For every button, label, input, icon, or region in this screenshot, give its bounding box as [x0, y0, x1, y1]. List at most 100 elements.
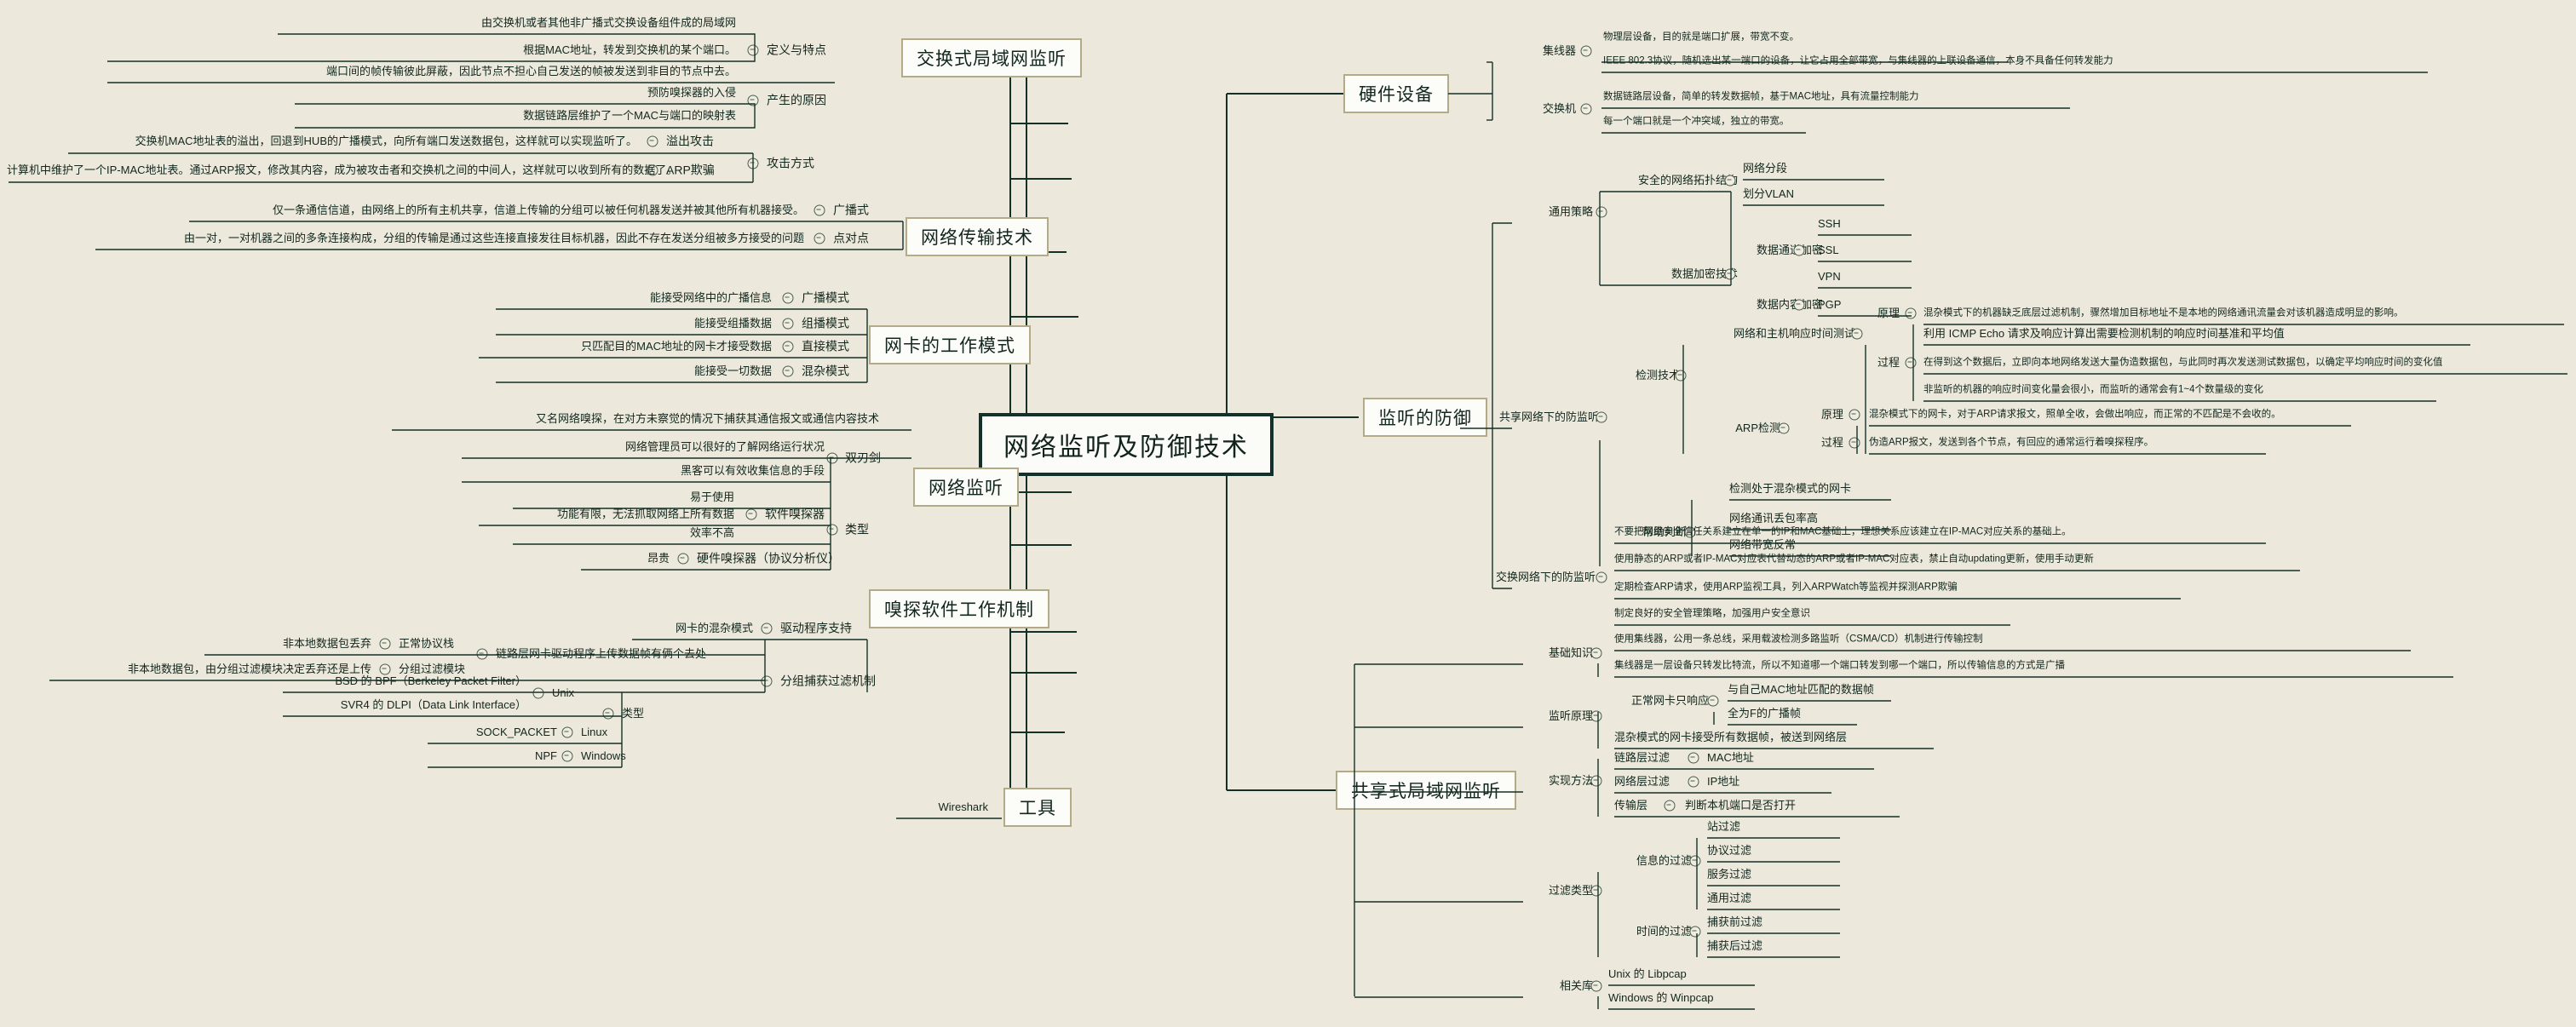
- defense-rtt-label[interactable]: 网络和主机响应时间测试: [1692, 327, 1855, 340]
- toggle-icon[interactable]: [1778, 422, 1790, 434]
- branch-shared-lan[interactable]: 共享式局域网监听: [1336, 771, 1516, 810]
- toggle-icon[interactable]: [826, 452, 838, 464]
- branch-sniffer-mech[interactable]: 嗅探软件工作机制: [869, 589, 1049, 628]
- toggle-icon[interactable]: [1849, 437, 1860, 449]
- toggle-icon[interactable]: [476, 648, 488, 660]
- branch-defense[interactable]: 监听的防御: [1363, 398, 1487, 437]
- sniffer-normal-stack-label[interactable]: 正常协议栈: [399, 637, 454, 650]
- toggle-icon[interactable]: [1689, 926, 1701, 938]
- toggle-icon[interactable]: [379, 663, 391, 675]
- toggle-icon[interactable]: [561, 726, 573, 738]
- switched-cause-label[interactable]: 产生的原因: [767, 93, 826, 106]
- toggle-icon[interactable]: [782, 365, 794, 377]
- shared-info-filter-label[interactable]: 信息的过滤: [1610, 854, 1692, 867]
- toggle-icon[interactable]: [1793, 244, 1805, 256]
- defense-rtt-principle-label[interactable]: 原理: [1849, 307, 1900, 319]
- branch-tools[interactable]: 工具: [1003, 788, 1072, 827]
- switched-attack-overflow[interactable]: 溢出攻击: [666, 134, 714, 147]
- toggle-icon[interactable]: [826, 524, 838, 536]
- defense-detect-label[interactable]: 检测技术: [1601, 369, 1680, 382]
- hardware-hub-label[interactable]: 集线器: [1482, 44, 1576, 57]
- toggle-icon[interactable]: [1590, 885, 1602, 897]
- shared-normal-label[interactable]: 正常网卡只响应: [1610, 694, 1709, 707]
- hardware-switch-label[interactable]: 交换机: [1482, 102, 1576, 115]
- toggle-icon[interactable]: [761, 675, 773, 687]
- defense-arp-principle-label[interactable]: 原理: [1789, 408, 1843, 421]
- sniffer-os-unix[interactable]: Unix: [552, 686, 574, 699]
- switched-attack-label[interactable]: 攻击方式: [767, 156, 814, 169]
- root-node[interactable]: 网络监听及防御技术: [979, 413, 1274, 476]
- toggle-icon[interactable]: [1849, 409, 1860, 421]
- sniffer-type-label[interactable]: 类型: [622, 707, 644, 720]
- defense-rtt-process-label[interactable]: 过程: [1849, 356, 1900, 369]
- toggle-icon[interactable]: [1724, 175, 1736, 186]
- defense-switched-label[interactable]: 交换网络下的防监听: [1496, 571, 1596, 583]
- shared-principle-label[interactable]: 监听原理: [1525, 709, 1593, 722]
- defense-topology-label[interactable]: 安全的网络拓扑结构: [1601, 174, 1738, 186]
- branch-transmission[interactable]: 网络传输技术: [906, 217, 1049, 256]
- toggle-icon[interactable]: [1905, 307, 1917, 319]
- nic-mode-label[interactable]: 组播模式: [802, 316, 849, 330]
- defense-encrypt-label[interactable]: 数据加密技术: [1601, 267, 1738, 280]
- branch-nic-modes[interactable]: 网卡的工作模式: [869, 325, 1031, 364]
- toggle-icon[interactable]: [532, 687, 544, 699]
- branch-sniffing[interactable]: 网络监听: [913, 468, 1019, 507]
- toggle-icon[interactable]: [379, 638, 391, 650]
- shared-filter-label[interactable]: 过滤类型: [1525, 884, 1593, 897]
- shared-method-label[interactable]: 实现方法: [1525, 774, 1593, 787]
- shared-basic-label[interactable]: 基础知识: [1525, 646, 1593, 659]
- toggle-icon[interactable]: [814, 204, 825, 216]
- toggle-icon[interactable]: [747, 95, 759, 106]
- shared-lib-label[interactable]: 相关库: [1525, 979, 1593, 992]
- sniffing-type-label[interactable]: 类型: [845, 522, 869, 536]
- sniffer-os-linux[interactable]: Linux: [581, 726, 607, 738]
- shared-time-filter-label[interactable]: 时间的过滤: [1610, 925, 1692, 938]
- toggle-icon[interactable]: [1707, 695, 1719, 707]
- defense-channel-label[interactable]: 数据通道加密: [1704, 244, 1823, 256]
- transmission-broadcast-label[interactable]: 广播式: [833, 203, 869, 216]
- toggle-icon[interactable]: [1590, 710, 1602, 722]
- toggle-icon[interactable]: [1851, 328, 1863, 340]
- toggle-icon[interactable]: [814, 232, 825, 244]
- toggle-icon[interactable]: [1724, 268, 1736, 280]
- toggle-icon[interactable]: [1689, 855, 1701, 867]
- toggle-icon[interactable]: [561, 750, 573, 762]
- toggle-icon[interactable]: [761, 623, 773, 634]
- toggle-icon[interactable]: [782, 341, 794, 353]
- defense-shared-label[interactable]: 共享网络下的防监听: [1499, 410, 1599, 423]
- toggle-icon[interactable]: [1905, 357, 1917, 369]
- shared-method-transport-label[interactable]: 传输层: [1614, 799, 1647, 812]
- switched-def-label[interactable]: 定义与特点: [767, 43, 826, 56]
- toggle-icon[interactable]: [747, 44, 759, 56]
- toggle-icon[interactable]: [747, 158, 759, 169]
- toggle-icon[interactable]: [782, 292, 794, 304]
- defense-general-label[interactable]: 通用策略: [1499, 205, 1593, 218]
- shared-method-net-label[interactable]: 网络层过滤: [1614, 775, 1670, 788]
- defense-arp-process-label[interactable]: 过程: [1789, 436, 1843, 449]
- toggle-icon[interactable]: [602, 708, 614, 720]
- toggle-icon[interactable]: [1675, 370, 1687, 382]
- sniffer-capture-label[interactable]: 分组捕获过滤机制: [780, 674, 876, 687]
- toggle-icon[interactable]: [1596, 411, 1607, 423]
- sniffing-software-label[interactable]: 软件嗅探器: [765, 507, 825, 520]
- toggle-icon[interactable]: [647, 135, 658, 147]
- defense-content-label[interactable]: 数据内容加密: [1704, 298, 1823, 311]
- toggle-icon[interactable]: [677, 553, 689, 565]
- nic-mode-label[interactable]: 直接模式: [802, 339, 849, 353]
- toggle-icon[interactable]: [1664, 800, 1676, 812]
- branch-hardware[interactable]: 硬件设备: [1343, 74, 1449, 113]
- shared-method-link-label[interactable]: 链路层过滤: [1614, 751, 1670, 764]
- transmission-p2p-label[interactable]: 点对点: [833, 231, 869, 244]
- defense-arp-label[interactable]: ARP检测: [1692, 422, 1780, 434]
- sniffer-driver-label[interactable]: 驱动程序支持: [780, 621, 852, 634]
- toggle-icon[interactable]: [1596, 571, 1607, 583]
- sniffing-double-edge-label[interactable]: 双刃剑: [845, 450, 881, 464]
- toggle-icon[interactable]: [1580, 103, 1592, 115]
- toggle-icon[interactable]: [1590, 775, 1602, 787]
- branch-switched-lan[interactable]: 交换式局域网监听: [901, 38, 1082, 77]
- toggle-icon[interactable]: [1688, 752, 1699, 764]
- nic-mode-label[interactable]: 混杂模式: [802, 364, 849, 377]
- nic-mode-label[interactable]: 广播模式: [802, 290, 849, 304]
- toggle-icon[interactable]: [1590, 647, 1602, 659]
- toggle-icon[interactable]: [745, 508, 757, 520]
